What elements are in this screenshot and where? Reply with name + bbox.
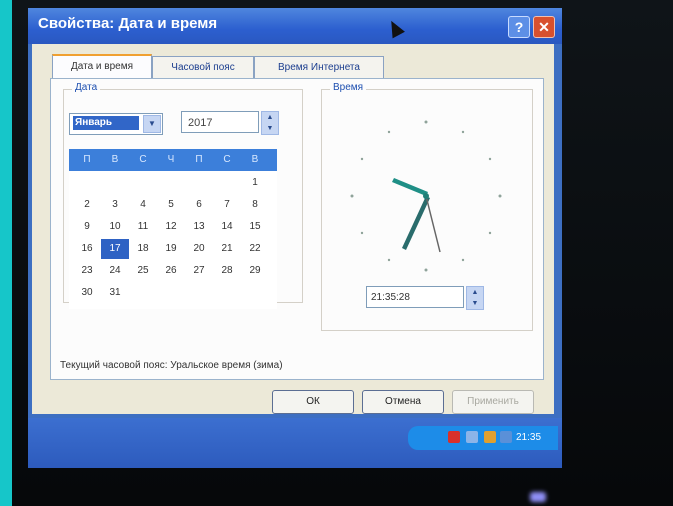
calendar-day[interactable]: 26 [157, 261, 185, 281]
calendar-grid: ПВСЧПСВ 1 2 3 4 5 6 7 8 9 10 11 12 13 14 15 16 17 18 19 20 2… [69, 149, 277, 309]
tray-icon[interactable] [484, 431, 496, 443]
calendar-day[interactable]: 13 [185, 217, 213, 237]
tray-icon[interactable] [466, 431, 478, 443]
weekday-label: В [111, 154, 119, 165]
close-button[interactable]: ✕ [533, 16, 555, 38]
weekday-label: С [223, 154, 231, 165]
spin-up-icon[interactable]: ▲ [467, 287, 483, 298]
time-group-label: Время [330, 82, 367, 93]
weekday-label: Ч [167, 154, 175, 165]
tab-timezone[interactable]: Часовой пояс [152, 56, 254, 79]
weekday-label: В [251, 154, 259, 165]
dialog-body: Дата и время Часовой пояс Время Интернет… [32, 44, 554, 414]
year-spinner[interactable]: ▲ ▼ [261, 111, 279, 135]
calendar-day[interactable]: 17 [101, 239, 129, 259]
calendar-day[interactable]: 21 [213, 239, 241, 259]
window-title: Свойства: Дата и время [38, 15, 218, 32]
month-dropdown[interactable]: Январь ▼ [69, 113, 163, 135]
calendar-day[interactable]: 14 [213, 217, 241, 237]
calendar-weekday-header: ПВСЧПСВ [69, 149, 277, 171]
time-field[interactable]: 21:35:28 [366, 286, 464, 308]
weekday-label: П [83, 154, 91, 165]
calendar-day[interactable]: 6 [185, 195, 213, 215]
monitor-power-light [530, 492, 546, 502]
calendar-day[interactable]: 4 [129, 195, 157, 215]
calendar-day[interactable]: 7 [213, 195, 241, 215]
analog-clock-icon [350, 120, 502, 272]
timezone-info: Текущий часовой пояс: Уральское время (з… [60, 360, 283, 371]
date-group-label: Дата [72, 82, 101, 93]
screen: Свойства: Дата и время ? ✕ Дата и время … [28, 8, 562, 468]
calendar-day[interactable]: 2 [73, 195, 101, 215]
mouse-cursor-icon [385, 17, 405, 39]
weekday-label: С [139, 154, 147, 165]
spin-down-icon[interactable]: ▼ [467, 298, 483, 309]
calendar-day[interactable]: 16 [73, 239, 101, 259]
tab-panel: Дата Январь ▼ 2017 ▲ ▼ ПВСЧПСВ 123456789… [50, 78, 544, 380]
calendar-day[interactable]: 19 [157, 239, 185, 259]
taskbar-clock[interactable]: 21:35 [516, 426, 541, 450]
calendar-day[interactable]: 30 [73, 283, 101, 303]
calendar-day[interactable]: 12 [157, 217, 185, 237]
tray-icon[interactable] [448, 431, 460, 443]
cancel-button[interactable]: Отмена [362, 390, 444, 414]
tab-internet-time[interactable]: Время Интернета [254, 56, 384, 79]
time-spinner[interactable]: ▲ ▼ [466, 286, 484, 310]
calendar-day[interactable]: 31 [101, 283, 129, 303]
month-value: Январь [73, 116, 139, 130]
calendar-day[interactable]: 15 [241, 217, 269, 237]
time-group: Время 21:35:28 ▲ ▼ [321, 82, 533, 331]
calendar-day[interactable]: 27 [185, 261, 213, 281]
weekday-label: П [195, 154, 203, 165]
calendar-day[interactable]: 23 [73, 261, 101, 281]
tab-date-time[interactable]: Дата и время [52, 54, 152, 80]
tray-icon[interactable] [500, 431, 512, 443]
calendar-day[interactable]: 8 [241, 195, 269, 215]
title-bar[interactable]: Свойства: Дата и время ? ✕ [28, 8, 562, 44]
spin-up-icon[interactable]: ▲ [262, 112, 278, 123]
calendar-day[interactable]: 20 [185, 239, 213, 259]
calendar-day[interactable]: 1 [241, 173, 269, 193]
calendar-day[interactable]: 28 [213, 261, 241, 281]
calendar-day[interactable]: 9 [73, 217, 101, 237]
calendar-day[interactable]: 29 [241, 261, 269, 281]
calendar-day[interactable]: 18 [129, 239, 157, 259]
ok-button[interactable]: ОК [272, 390, 354, 414]
help-button[interactable]: ? [508, 16, 530, 38]
system-tray: 21:35 [408, 426, 558, 450]
calendar-day[interactable]: 25 [129, 261, 157, 281]
dropdown-arrow-icon[interactable]: ▼ [143, 115, 161, 133]
calendar-day[interactable]: 11 [129, 217, 157, 237]
calendar-day[interactable]: 3 [101, 195, 129, 215]
calendar-day[interactable]: 22 [241, 239, 269, 259]
calendar-day[interactable]: 24 [101, 261, 129, 281]
spin-down-icon[interactable]: ▼ [262, 123, 278, 134]
calendar-day[interactable]: 10 [101, 217, 129, 237]
calendar-day[interactable]: 5 [157, 195, 185, 215]
year-field[interactable]: 2017 [181, 111, 259, 133]
taskbar: 21:35 [28, 418, 562, 468]
apply-button[interactable]: Применить [452, 390, 534, 414]
